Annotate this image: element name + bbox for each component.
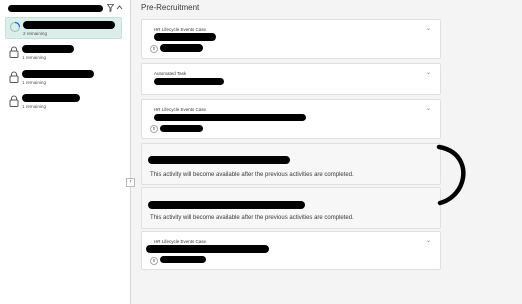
redacted-activity-title [148, 156, 290, 164]
redacted-case-title [154, 114, 306, 121]
chevron-down-icon[interactable]: ⌄ [426, 106, 431, 112]
count-badge: 0 [150, 45, 158, 53]
redacted-assignee [160, 125, 203, 132]
chevron-down-icon[interactable]: ⌄ [426, 26, 431, 32]
chevron-left-icon: ‹ [129, 179, 132, 185]
redacted-stage-name [22, 94, 80, 102]
stage-item-locked[interactable]: 1 remaining [5, 91, 122, 113]
count-badge: 0 [150, 125, 158, 133]
activity-card[interactable]: HR Lifecycle Events Case ⌄ 0 [141, 19, 441, 59]
stage-remaining: 1 remaining [22, 104, 47, 109]
redacted-header-title [8, 5, 103, 12]
redacted-assignee [160, 256, 206, 263]
availability-message: This activity will become available afte… [150, 215, 354, 221]
activity-card-disabled: This activity will become available afte… [141, 187, 441, 229]
redacted-stage-name [23, 21, 115, 29]
card-type-label: HR Lifecycle Events Case [154, 239, 207, 244]
stage-remaining: 2 remaining [23, 31, 48, 36]
filter-icon[interactable] [107, 4, 114, 12]
stage-item-locked[interactable]: 1 remaining [5, 67, 122, 89]
activity-card[interactable]: HR Lifecycle Events Case ⌄ 0 [141, 99, 441, 139]
card-type-label: Automated Task [154, 71, 187, 76]
chevron-up-icon[interactable] [116, 4, 123, 11]
redacted-assignee [160, 44, 203, 52]
card-type-label: HR Lifecycle Events Case [154, 107, 207, 112]
annotation-bracket [436, 144, 466, 206]
lock-icon [9, 46, 19, 58]
redacted-activity-title [148, 201, 305, 209]
redacted-case-title [154, 33, 216, 41]
collapse-panel-button[interactable]: ‹ [126, 178, 135, 187]
redacted-case-title [146, 245, 269, 253]
chevron-down-icon[interactable]: ⌄ [426, 238, 431, 244]
progress-ring-icon [9, 21, 21, 33]
left-panel-header [0, 0, 131, 16]
left-panel: 2 remaining 1 remaining 1 remaining 1 re… [0, 0, 131, 304]
stage-remaining: 1 remaining [22, 80, 47, 85]
page-title: Pre-Recruitment [141, 3, 200, 12]
redacted-task-title [154, 78, 224, 85]
redacted-stage-name [22, 45, 74, 53]
activity-card[interactable]: Automated Task ⌄ [141, 63, 441, 95]
availability-message: This activity will become available afte… [150, 172, 354, 178]
lock-icon [9, 95, 19, 107]
lock-icon [9, 71, 19, 83]
count-badge: 0 [150, 257, 158, 265]
activity-card[interactable]: HR Lifecycle Events Case ⌄ 0 [141, 231, 441, 270]
redacted-stage-name [22, 70, 94, 78]
stage-item-pre-recruitment[interactable]: 2 remaining [5, 17, 122, 39]
stage-item-locked[interactable]: 1 remaining [5, 42, 122, 64]
chevron-down-icon[interactable]: ⌄ [426, 70, 431, 76]
activity-card-disabled: This activity will become available afte… [141, 143, 441, 185]
card-type-label: HR Lifecycle Events Case [154, 27, 207, 32]
stage-remaining: 1 remaining [22, 55, 47, 60]
